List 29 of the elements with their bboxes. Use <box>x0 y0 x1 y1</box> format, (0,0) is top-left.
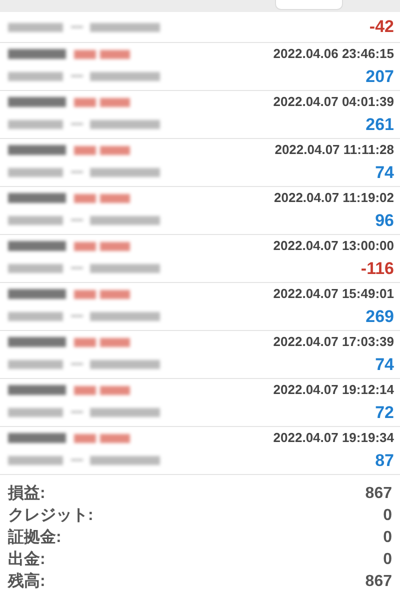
deal-profit: 96 <box>375 210 394 232</box>
deal-time: 2022.04.06 23:46:15 <box>273 45 394 63</box>
deal-time: 2022.04.07 11:19:02 <box>274 189 394 207</box>
summary-value: 0 <box>383 528 392 548</box>
deal-time: 2022.04.07 11:11:28 <box>274 141 394 159</box>
summary-value: 0 <box>383 506 392 526</box>
deal-profit: 74 <box>375 354 394 376</box>
deal-profit: 261 <box>366 114 394 136</box>
summary-label: 証拠金: <box>8 527 62 548</box>
summary-label: 損益: <box>8 484 46 504</box>
summary-label: 出金: <box>8 550 46 570</box>
summary-value: 867 <box>365 572 392 592</box>
deal-profit: -42 <box>369 16 394 38</box>
deal-time: 2022.04.07 15:49:01 <box>273 285 394 303</box>
deal-profit: 269 <box>366 306 394 328</box>
summary-value: 0 <box>383 550 392 570</box>
deal-time: 2022.04.07 19:19:34 <box>273 429 394 447</box>
deal-time: 2022.04.07 19:12:14 <box>273 381 394 399</box>
deal-time: 2022.04.07 04:01:39 <box>273 93 394 111</box>
deal-profit: 87 <box>375 450 394 472</box>
summary-label: クレジット: <box>8 506 94 526</box>
deal-profit: 207 <box>366 66 394 88</box>
deal-time: 2022.04.07 13:00:00 <box>273 237 394 255</box>
deal-profit: 72 <box>375 402 394 424</box>
deal-time: 2022.04.07 17:03:39 <box>273 333 394 351</box>
summary-label: 残高: <box>8 571 46 592</box>
deal-profit: 74 <box>375 162 394 184</box>
summary-value: 867 <box>365 484 392 504</box>
deal-profit: -116 <box>360 258 394 280</box>
